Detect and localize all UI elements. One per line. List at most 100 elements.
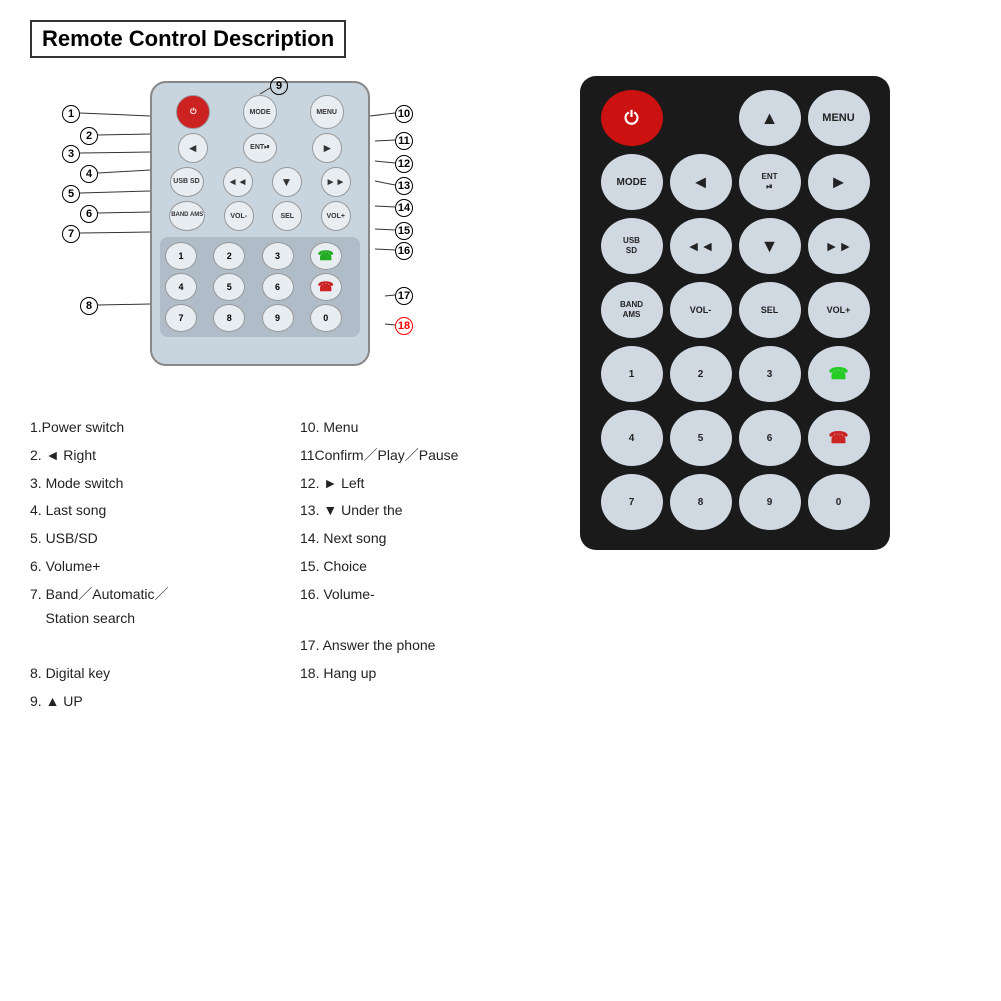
diagram-btn-3[interactable]: 3: [262, 242, 294, 270]
callout-8: 8: [80, 296, 98, 315]
desc-11: 11Confirm／Play／Pause: [300, 444, 550, 468]
callout-6: 6: [80, 204, 98, 223]
callout-5: 5: [62, 184, 80, 203]
real-btn-4[interactable]: 4: [601, 410, 663, 466]
desc-8: 8. Digital key: [30, 662, 280, 686]
desc-18: 18. Hang up: [300, 662, 550, 686]
callout-9: 9: [270, 76, 288, 95]
remote-row-2: MODE ◄ ENT⏯ ►: [592, 154, 878, 210]
diagram-down-btn[interactable]: ▼: [272, 167, 302, 197]
callout-12: 12: [395, 154, 413, 173]
real-usbsd-btn[interactable]: USBSD: [601, 218, 663, 274]
diagram-left-btn[interactable]: ◄: [178, 133, 208, 163]
real-btn-0[interactable]: 0: [808, 474, 870, 530]
callout-13: 13: [395, 176, 413, 195]
callout-1: 1: [62, 104, 80, 123]
real-next-btn[interactable]: ►►: [808, 218, 870, 274]
diagram-btn-1[interactable]: 1: [165, 242, 197, 270]
diagram-volminus-btn[interactable]: VOL-: [224, 201, 254, 231]
diagram-btn-4[interactable]: 4: [165, 273, 197, 301]
page-container: Remote Control Description ⏻ MODE MENU ◄: [0, 0, 1001, 1001]
diagram-volplus-btn[interactable]: VOL+: [321, 201, 351, 231]
diagram-next-btn[interactable]: ►►: [321, 167, 351, 197]
descriptions: 1.Power switch 10. Menu 2. ◄ Right 11Con…: [30, 416, 550, 714]
real-menu-btn[interactable]: MENU: [808, 90, 870, 146]
real-remote-container: ⏻ ▲ MENU MODE ◄ ENT⏯ ► USBSD ◄◄ ▼: [580, 76, 890, 714]
diagram-usbsd-btn[interactable]: USB SD: [170, 167, 204, 197]
real-answer-btn[interactable]: ☎: [808, 346, 870, 402]
desc-4: 4. Last song: [30, 499, 280, 523]
page-title: Remote Control Description: [30, 20, 346, 58]
diagram-power-btn[interactable]: ⏻: [176, 95, 210, 129]
real-btn-1[interactable]: 1: [601, 346, 663, 402]
diagram-btn-2[interactable]: 2: [213, 242, 245, 270]
desc-16: 16. Volume-: [300, 583, 550, 631]
real-band-btn[interactable]: BANDAMS: [601, 282, 663, 338]
real-volplus-btn[interactable]: VOL+: [808, 282, 870, 338]
desc-7: 7. Band／Automatic／ Station search: [30, 583, 280, 631]
left-section: ⏻ MODE MENU ◄ ENT⏯ ► USB SD ◄◄ ▼: [30, 76, 550, 714]
real-down-btn[interactable]: ▼: [739, 218, 801, 274]
desc-5: 5. USB/SD: [30, 527, 280, 551]
real-btn-2[interactable]: 2: [670, 346, 732, 402]
real-sel-btn[interactable]: SEL: [739, 282, 801, 338]
content-area: ⏻ MODE MENU ◄ ENT⏯ ► USB SD ◄◄ ▼: [30, 76, 971, 714]
real-volminus-btn[interactable]: VOL-: [670, 282, 732, 338]
real-btn-3[interactable]: 3: [739, 346, 801, 402]
callout-7: 7: [62, 224, 80, 243]
remote-row-7: 7 8 9 0: [592, 474, 878, 530]
real-prev-btn[interactable]: ◄◄: [670, 218, 732, 274]
real-btn-8[interactable]: 8: [670, 474, 732, 530]
desc-1: 1.Power switch: [30, 416, 280, 440]
remote-row-1: ⏻ ▲ MENU: [592, 90, 878, 146]
real-right-btn[interactable]: ►: [808, 154, 870, 210]
real-hangup-btn[interactable]: ☎: [808, 410, 870, 466]
diagram-ent-btn[interactable]: ENT⏯: [243, 133, 277, 163]
desc-15: 15. Choice: [300, 555, 550, 579]
real-left-btn[interactable]: ◄: [670, 154, 732, 210]
diagram-band-btn[interactable]: BAND AMS: [169, 201, 205, 231]
remote-row-3: USBSD ◄◄ ▼ ►►: [592, 218, 878, 274]
real-btn-7[interactable]: 7: [601, 474, 663, 530]
diagram-btn-9[interactable]: 9: [262, 304, 294, 332]
desc-13: 13. ▼ Under the: [300, 499, 550, 523]
remote-row-6: 4 5 6 ☎: [592, 410, 878, 466]
desc-2: 2. ◄ Right: [30, 444, 280, 468]
callout-18: 18: [395, 316, 413, 335]
desc-6: 6. Volume+: [30, 555, 280, 579]
diagram-right-btn[interactable]: ►: [312, 133, 342, 163]
diagram-prev-btn[interactable]: ◄◄: [223, 167, 253, 197]
callout-15: 15: [395, 221, 413, 240]
callout-4: 4: [80, 164, 98, 183]
diagram-menu-btn[interactable]: MENU: [310, 95, 344, 129]
real-btn-9[interactable]: 9: [739, 474, 801, 530]
real-up-btn[interactable]: ▲: [739, 90, 801, 146]
real-remote: ⏻ ▲ MENU MODE ◄ ENT⏯ ► USBSD ◄◄ ▼: [580, 76, 890, 550]
real-power-btn[interactable]: ⏻: [601, 90, 663, 146]
real-btn-5[interactable]: 5: [670, 410, 732, 466]
diagram-mode-btn[interactable]: MODE: [243, 95, 277, 129]
real-ent-btn[interactable]: ENT⏯: [739, 154, 801, 210]
diagram-sel-btn[interactable]: SEL: [272, 201, 302, 231]
callout-11: 11: [395, 131, 413, 150]
real-btn-6[interactable]: 6: [739, 410, 801, 466]
desc-12: 12. ► Left: [300, 472, 550, 496]
diagram-area: ⏻ MODE MENU ◄ ENT⏯ ► USB SD ◄◄ ▼: [60, 76, 480, 396]
real-mode-btn[interactable]: MODE: [601, 154, 663, 210]
diagram-answer-btn[interactable]: ☎: [310, 242, 342, 270]
callout-3: 3: [62, 144, 80, 163]
diagram-btn-8[interactable]: 8: [213, 304, 245, 332]
remote-row-4: BANDAMS VOL- SEL VOL+: [592, 282, 878, 338]
remote-row-5: 1 2 3 ☎: [592, 346, 878, 402]
callout-14: 14: [395, 198, 413, 217]
diagram-btn-7[interactable]: 7: [165, 304, 197, 332]
diagram-hangup-btn[interactable]: ☎: [310, 273, 342, 301]
diagram-btn-5[interactable]: 5: [213, 273, 245, 301]
desc-3: 3. Mode switch: [30, 472, 280, 496]
diagram-btn-6[interactable]: 6: [262, 273, 294, 301]
callout-10: 10: [395, 104, 413, 123]
desc-9: 9. ▲ UP: [30, 690, 280, 714]
diagram-btn-0[interactable]: 0: [310, 304, 342, 332]
callout-16: 16: [395, 241, 413, 260]
desc-17: 17. Answer the phone: [300, 634, 550, 658]
